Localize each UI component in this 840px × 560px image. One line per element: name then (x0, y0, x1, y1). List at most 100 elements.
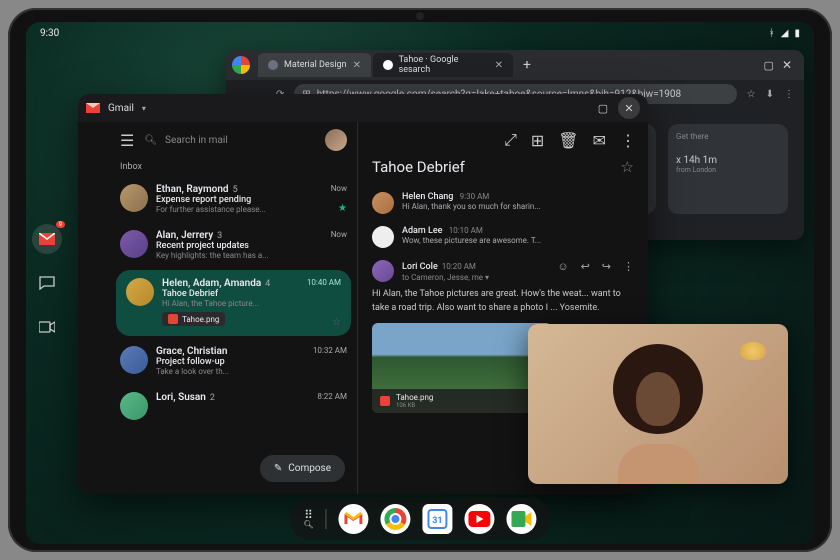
person (603, 344, 713, 484)
screen: 9:30 ᚼ ◢ ▮ Material Design ✕ Tahoe · Goo… (26, 22, 814, 544)
email-item[interactable]: Alan, Jerrery 3 Recent project updates K… (110, 222, 357, 268)
email-subject: Tahoe Debrief (162, 289, 341, 299)
attachment-name: Tahoe.png (396, 393, 433, 402)
search-placeholder: Search in mail (165, 135, 228, 146)
thread-message[interactable]: Adam Lee 10:10 AM Wow, these picturese a… (358, 220, 648, 254)
msg-time: 9:30 AM (460, 192, 490, 201)
email-time: 10:32 AM (313, 346, 347, 355)
image-attachment[interactable]: Tahoe.png 106 KB ✕ (372, 323, 552, 413)
expand-icon[interactable]: ⤢ (504, 130, 517, 150)
archive-icon[interactable]: ⊞ (531, 131, 544, 150)
email-time: 10:40 AM (307, 278, 341, 287)
email-time: 8:22 AM (317, 392, 347, 401)
maximize-button[interactable]: ▢ (592, 97, 614, 119)
close-icon[interactable]: ✕ (782, 58, 792, 72)
inbox-label: Inbox (110, 158, 357, 176)
maximize-icon[interactable]: ▢ (764, 59, 774, 72)
compose-button[interactable]: ✎ Compose (260, 455, 345, 482)
email-item[interactable]: Lori, Susan 2 8:22 AM (110, 384, 357, 428)
email-subject: Recent project updates (156, 241, 347, 251)
app-grid-icon[interactable]: ⠿🔍︎ (303, 509, 313, 529)
menu-icon[interactable]: ⋮ (784, 89, 794, 100)
pip-video-call[interactable] (528, 324, 788, 484)
close-icon[interactable]: ✕ (353, 60, 361, 71)
thread-message[interactable]: Helen Chang 9:30 AM Hi Alan, thank you s… (358, 186, 648, 220)
detail-subject-row: Tahoe Debrief ☆ (358, 158, 648, 186)
app-title: Gmail (108, 103, 134, 114)
email-item[interactable]: Grace, Christian Project follow-up Take … (110, 338, 357, 384)
taskbar-chrome[interactable] (381, 504, 411, 534)
download-icon[interactable]: ⬇ (766, 89, 774, 100)
email-time: Now (331, 230, 347, 239)
star-icon[interactable]: ☆ (747, 89, 756, 100)
battery-icon: ▮ (794, 28, 800, 39)
avatar[interactable] (325, 129, 347, 151)
video-rail-icon[interactable] (32, 312, 62, 342)
emoji-icon[interactable]: ☺ (557, 260, 568, 273)
avatar (126, 278, 154, 306)
chrome-tabstrip: Material Design ✕ Tahoe · Google sesarch… (226, 50, 804, 80)
divider (326, 509, 327, 529)
star-icon[interactable]: ★ (338, 203, 347, 214)
menu-icon[interactable]: ☰ (120, 131, 134, 150)
thread-message-expanded[interactable]: Lori Cole 10:20 AM ☺ ↩ ↪ ⋮ to Cameron, J… (358, 254, 648, 288)
taskbar-gmail[interactable] (339, 504, 369, 534)
chevron-down-icon[interactable]: ▾ (142, 104, 146, 113)
email-subject: Project follow-up (156, 357, 347, 367)
email-preview: Key highlights: the team has a... (156, 251, 347, 260)
taskbar-calendar[interactable]: 31 (423, 504, 453, 534)
msg-preview: Wow, these picturese are awesome. T... (402, 236, 541, 245)
star-icon[interactable]: ☆ (621, 158, 634, 176)
mail-rail-icon[interactable]: 9 (32, 224, 62, 254)
star-icon[interactable]: ☆ (332, 317, 341, 328)
msg-preview: Hi Alan, thank you so much for sharin... (402, 202, 541, 211)
avatar (120, 346, 148, 374)
m-icon (268, 60, 278, 70)
card-title: Get there (676, 132, 780, 141)
taskbar-youtube[interactable] (465, 504, 495, 534)
email-subject: Expense report pending (156, 195, 347, 205)
taskbar-meet[interactable] (507, 504, 537, 534)
close-button[interactable]: ✕ (618, 97, 640, 119)
avatar (120, 184, 148, 212)
image-icon (380, 396, 390, 406)
bluetooth-icon: ᚼ (769, 28, 775, 39)
taskbar: ⠿🔍︎ 31 (289, 498, 550, 540)
directions-card[interactable]: Get there x 14h 1m from London (668, 124, 788, 214)
chat-rail-icon[interactable] (32, 268, 62, 298)
email-item[interactable]: Ethan, Raymond 5 Expense report pending … (110, 176, 357, 222)
forward-icon[interactable]: ↪ (602, 260, 611, 273)
close-icon[interactable]: ✕ (495, 60, 503, 71)
avatar (120, 230, 148, 258)
more-icon[interactable]: ⋮ (623, 260, 634, 273)
image-icon (168, 314, 178, 324)
email-item-active[interactable]: Helen, Adam, Amanda 4 Tahoe Debrief Hi A… (116, 270, 351, 336)
msg-to: to Cameron, Jesse, me (402, 273, 483, 282)
msg-time: 10:20 AM (442, 262, 476, 271)
chevron-down-icon[interactable]: ▾ (485, 273, 489, 282)
clock: 9:30 (40, 28, 59, 39)
reply-icon[interactable]: ↩ (581, 260, 590, 273)
duration: x 14h 1m (676, 155, 780, 166)
tab-label: Material Design (284, 60, 347, 70)
chrome-icon (232, 56, 250, 74)
tablet-frame: 9:30 ᚼ ◢ ▮ Material Design ✕ Tahoe · Goo… (8, 8, 832, 552)
tab-tahoe-search[interactable]: Tahoe · Google sesarch ✕ (373, 53, 513, 77)
mark-unread-icon[interactable]: ✉ (593, 131, 606, 150)
new-tab-button[interactable]: + (515, 57, 539, 73)
delete-icon[interactable]: 🗑 (558, 131, 578, 150)
email-preview: Hi Alan, the Tahoe picture... (162, 299, 341, 308)
more-icon[interactable]: ⋮ (620, 131, 636, 150)
tab-material-design[interactable]: Material Design ✕ (258, 53, 371, 77)
msg-body: Hi Alan, the Tahoe pictures are great. H… (358, 288, 648, 315)
search-row: ☰ 🔍︎ Search in mail (110, 122, 357, 158)
camera-notch (416, 12, 424, 20)
email-time: Now (331, 184, 347, 193)
search-input[interactable]: 🔍︎ Search in mail (144, 135, 315, 146)
attachment-chip[interactable]: Tahoe.png (162, 312, 225, 326)
wifi-icon: ◢ (781, 28, 789, 39)
desktop-left-rail: 9 (32, 224, 62, 342)
email-preview: Take a look over th... (156, 367, 347, 376)
gmail-titlebar[interactable]: Gmail ▾ ▢ ✕ (78, 94, 648, 122)
status-icons: ᚼ ◢ ▮ (769, 28, 800, 39)
